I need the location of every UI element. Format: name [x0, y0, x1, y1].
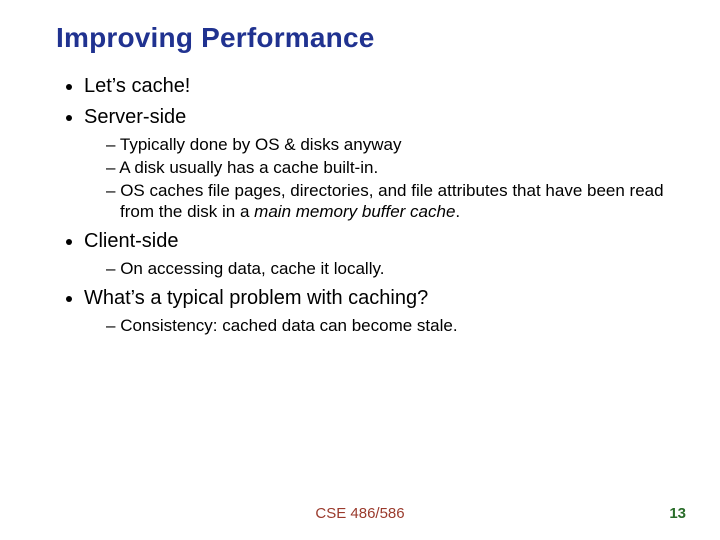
sub-bullet-text: Typically done by OS & disks anyway [120, 135, 402, 154]
bullet-typical-problem: What’s a typical problem with caching? C… [84, 286, 664, 337]
sub-bullet-italic: main memory buffer cache [254, 202, 455, 221]
sub-bullet: On accessing data, cache it locally. [106, 258, 664, 280]
bullet-text: Client-side [84, 230, 178, 252]
sub-bullet-text: On accessing data, cache it locally. [120, 259, 384, 278]
sub-bullet-list: Consistency: cached data can become stal… [84, 315, 664, 337]
sub-bullet-list: On accessing data, cache it locally. [84, 258, 664, 280]
sub-bullet-list: Typically done by OS & disks anyway A di… [84, 134, 664, 223]
sub-bullet-text-post: . [455, 202, 460, 221]
bullet-text: Let’s cache! [84, 75, 190, 97]
bullet-server-side: Server-side Typically done by OS & disks… [84, 105, 664, 223]
sub-bullet-text: Consistency: cached data can become stal… [120, 316, 457, 335]
sub-bullet: Consistency: cached data can become stal… [106, 315, 664, 337]
bullet-list: Let’s cache! Server-side Typically done … [56, 74, 664, 337]
bullet-client-side: Client-side On accessing data, cache it … [84, 229, 664, 280]
slide-body: Improving Performance Let’s cache! Serve… [0, 0, 720, 337]
slide-title: Improving Performance [56, 22, 664, 54]
sub-bullet: OS caches file pages, directories, and f… [106, 180, 664, 224]
sub-bullet: A disk usually has a cache built-in. [106, 157, 664, 179]
bullet-lets-cache: Let’s cache! [84, 74, 664, 99]
footer-page-number: 13 [669, 505, 686, 522]
bullet-text: What’s a typical problem with caching? [84, 287, 428, 309]
sub-bullet: Typically done by OS & disks anyway [106, 134, 664, 156]
sub-bullet-text: A disk usually has a cache built-in. [119, 158, 378, 177]
footer-course: CSE 486/586 [0, 505, 720, 522]
bullet-text: Server-side [84, 106, 186, 128]
